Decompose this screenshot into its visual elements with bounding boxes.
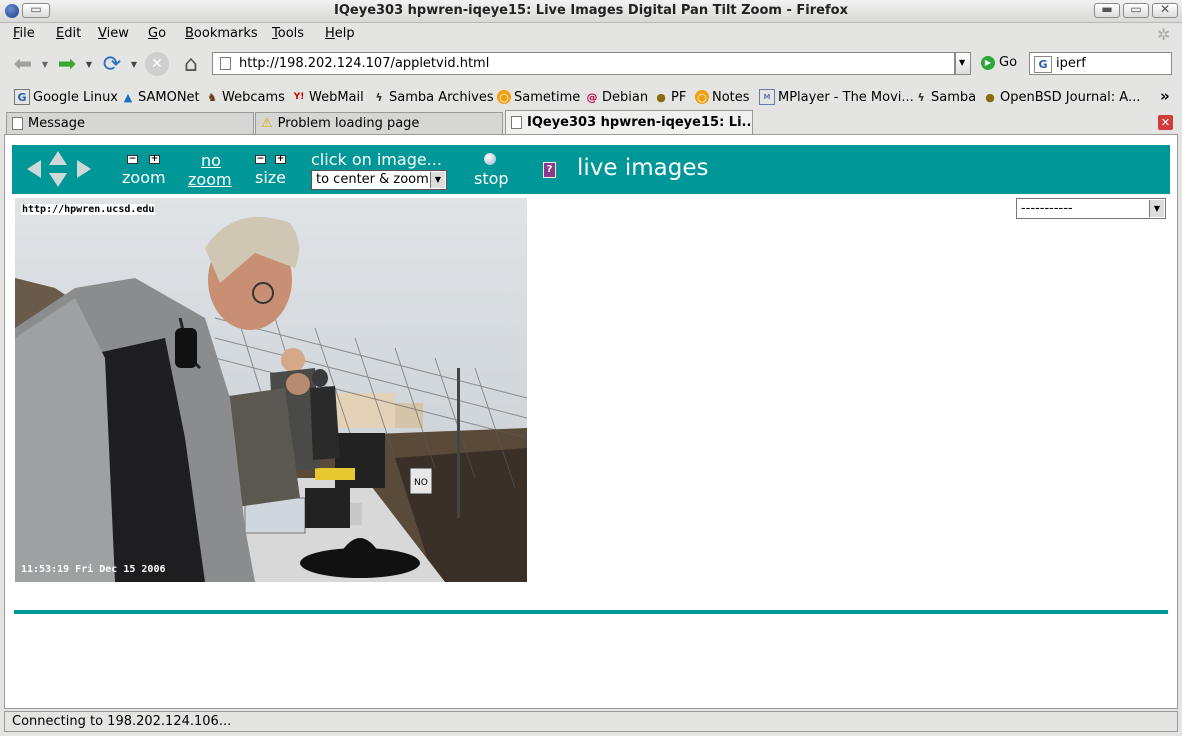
bookmark-webcams[interactable]: ♞ Webcams [205,88,285,106]
page-icon [220,57,231,70]
back-arrow-icon[interactable]: ⬅ [10,52,36,77]
menu-tools[interactable]: Tools [272,26,304,41]
size-decrease-button[interactable]: − [255,155,266,164]
go-button[interactable]: ▶ Go [981,55,1017,70]
menu-go[interactable]: Go [148,26,166,41]
no-sign-text: NO [414,478,428,488]
throbber-icon: ✲ [1157,25,1171,44]
zoom-label: zoom [122,168,166,187]
url-history-dropdown[interactable]: ▼ [955,52,971,75]
samonet-icon: ▲ [123,90,133,104]
bookmark-debian[interactable]: @ Debian [585,88,649,106]
bookmark-samba[interactable]: ϟ Samba [914,88,976,106]
menu-file[interactable]: File [13,26,35,41]
page-icon [12,117,23,130]
forward-dropdown-icon[interactable]: ▼ [84,58,94,70]
tab-message[interactable]: Message [6,112,254,134]
stop-icon[interactable]: ✕ [145,52,169,76]
camera-overlay-url: http://hpwren.ucsd.edu [21,204,156,215]
pan-left-arrow-icon[interactable] [27,160,41,178]
sametime-icon: ○ [497,90,511,104]
click-on-image-label: click on image... [311,150,442,169]
yahoo-icon: Y! [293,92,305,102]
mplayer-icon: M [759,89,775,105]
no-zoom-link-line2[interactable]: zoom [188,170,232,189]
google-search-icon[interactable]: G [1034,56,1052,73]
menu-bar: File Edit View Go Bookmarks Tools Help ✲ [0,22,1182,46]
pufferfish-icon: ● [985,90,995,104]
live-camera-image[interactable]: NO http://hpwren.ucsd.edu 11:53:19 Fri D… [15,198,527,582]
tab-problem-loading[interactable]: ⚠ Problem loading page [255,112,503,134]
no-zoom-link-line1[interactable]: no [201,151,221,170]
home-icon[interactable]: ⌂ [178,51,204,77]
menu-view[interactable]: View [98,26,129,41]
pan-right-arrow-icon[interactable] [77,160,91,178]
bookmark-sametime[interactable]: ○ Sametime [497,88,580,106]
stop-ball-icon[interactable] [484,153,496,165]
pufferfish-icon: ● [656,90,666,104]
bookmark-pf[interactable]: ● PF [654,88,686,106]
click-action-select[interactable]: to center & zoom ▼ [311,170,447,190]
forward-arrow-icon[interactable]: ➡ [54,52,80,77]
page-icon [511,116,522,129]
camera-scene: NO [15,198,527,582]
reload-icon[interactable]: ⟳ [99,52,125,77]
webcams-icon: ♞ [207,90,217,104]
zoom-out-button[interactable]: − [127,155,138,164]
bookmark-notes[interactable]: ○ Notes [695,88,750,106]
search-input[interactable]: G iperf [1029,52,1172,75]
bookmark-google-linux[interactable]: G Google Linux [14,88,118,106]
size-increase-button[interactable]: + [275,155,286,164]
bookmark-samba-archives[interactable]: ϟ Samba Archives [372,88,493,106]
samba-icon: ϟ [375,90,383,104]
search-text: iperf [1056,56,1086,71]
window-title-bar: ▭ IQeye303 hpwren-iqeye15: Live Images D… [0,0,1182,23]
status-text: Connecting to 198.202.124.106... [12,714,232,729]
maximize-button[interactable]: ▭ [1123,2,1149,18]
menu-edit[interactable]: Edit [56,26,81,41]
divider-line [14,610,1168,614]
close-window-button[interactable]: ✕ [1152,2,1178,18]
menu-bookmarks[interactable]: Bookmarks [185,26,258,41]
back-dropdown-icon[interactable]: ▼ [40,58,50,70]
bookmarks-overflow-button[interactable]: » [1160,87,1170,105]
menu-help[interactable]: Help [325,26,355,41]
bookmark-mplayer[interactable]: M MPlayer - The Movi... [759,88,914,106]
google-icon: G [14,89,30,105]
notes-icon: ○ [695,90,709,104]
bookmark-samonet[interactable]: ▲ SAMONet [121,88,200,106]
tab-iqeye-live[interactable]: IQeye303 hpwren-iqeye15: Li... [505,110,753,134]
chevron-down-icon: ▼ [1149,200,1164,217]
live-images-title: live images [577,155,709,181]
go-label: Go [999,55,1018,70]
go-arrow-icon: ▶ [981,55,995,70]
reload-dropdown-icon[interactable]: ▼ [129,58,139,70]
help-button[interactable]: ? [543,162,556,178]
status-bar: Connecting to 198.202.124.106... [4,711,1178,732]
stop-label[interactable]: stop [474,169,509,188]
url-bar[interactable]: http://198.202.124.107/appletvid.html [212,52,955,75]
close-tab-icon[interactable]: ✕ [1158,115,1173,130]
camera-select[interactable]: ----------- ▼ [1016,198,1166,219]
tilt-up-arrow-icon[interactable] [49,151,67,165]
camera-timestamp: 11:53:19 Fri Dec 15 2006 [21,564,166,575]
debian-icon: @ [586,90,598,104]
url-text: http://198.202.124.107/appletvid.html [239,56,490,71]
warning-icon: ⚠ [261,116,273,131]
window-title: IQeye303 hpwren-iqeye15: Live Images Dig… [334,3,848,18]
size-label: size [255,168,287,187]
minimize-button[interactable]: ▬ [1094,2,1120,18]
samba-icon: ϟ [917,90,925,104]
zoom-in-button[interactable]: + [149,155,160,164]
bookmark-webmail[interactable]: Y! WebMail [292,88,364,106]
chevron-down-icon: ▼ [430,172,445,188]
bookmark-openbsd-journal[interactable]: ● OpenBSD Journal: A... [983,88,1140,106]
tilt-down-arrow-icon[interactable] [49,173,67,187]
